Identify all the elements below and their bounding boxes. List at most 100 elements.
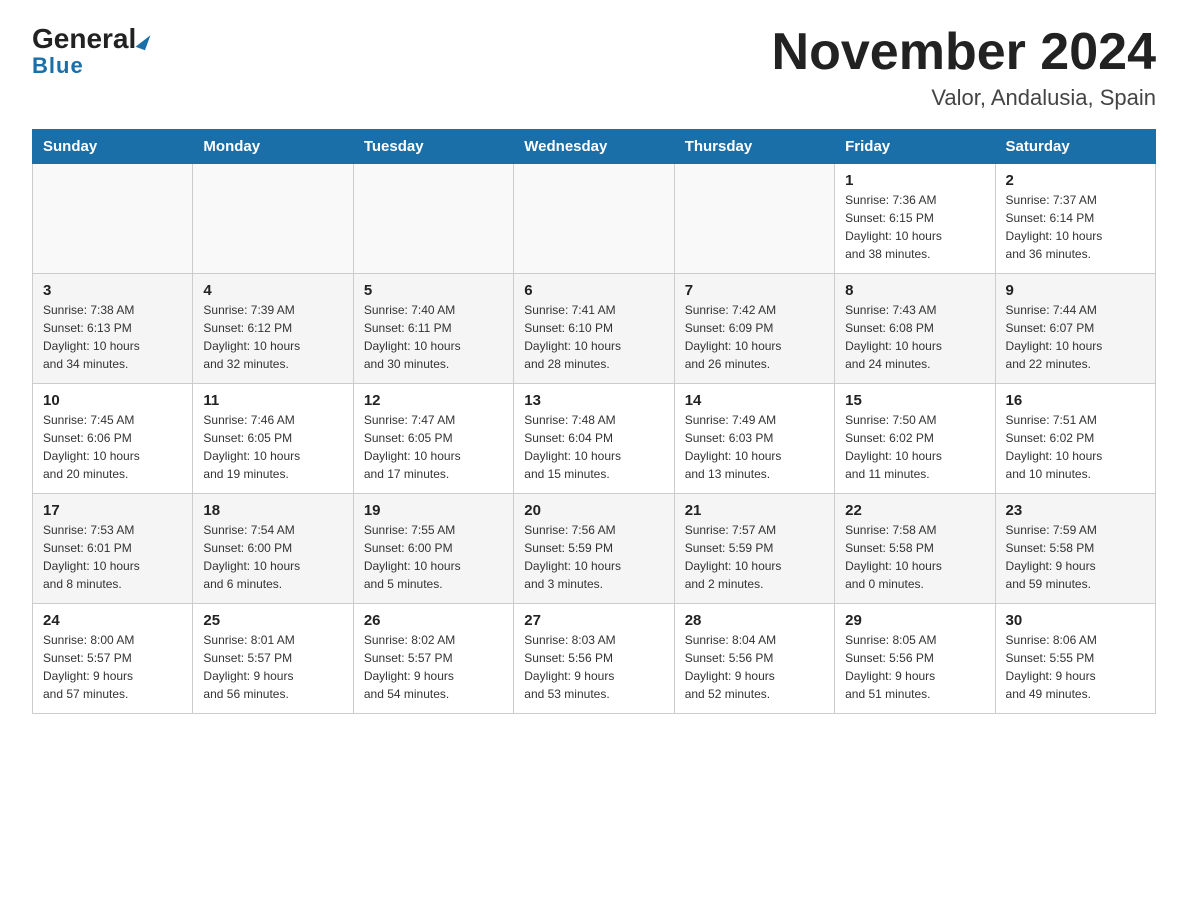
day-info: Sunrise: 7:57 AM Sunset: 5:59 PM Dayligh…: [685, 521, 824, 593]
calendar-cell: 6 Sunrise: 7:41 AM Sunset: 6:10 PM Daylig…: [514, 274, 674, 384]
day-info: Sunrise: 8:06 AM Sunset: 5:55 PM Dayligh…: [1006, 631, 1145, 703]
logo-area: General Blue: [32, 24, 148, 79]
calendar-cell: 23Sunrise: 7:59 AM Sunset: 5:58 PM Dayli…: [995, 494, 1155, 604]
day-number: 1: [845, 172, 984, 189]
top-section: General Blue November 2024 Valor, Andalu…: [32, 24, 1156, 111]
calendar-cell: 29Sunrise: 8:05 AM Sunset: 5:56 PM Dayli…: [835, 604, 995, 714]
calendar-cell: [514, 164, 674, 274]
calendar-week-row: 1 Sunrise: 7:36 AM Sunset: 6:15 PM Daylig…: [33, 164, 1156, 274]
calendar-cell: [674, 164, 834, 274]
weekday-header-sunday: Sunday: [33, 130, 193, 164]
calendar-cell: 19 Sunrise: 7:55 AM Sunset: 6:00 PM Dayli…: [353, 494, 513, 604]
calendar-cell: 27 Sunrise: 8:03 AM Sunset: 5:56 PM Dayli…: [514, 604, 674, 714]
day-info: Sunrise: 7:40 AM Sunset: 6:11 PM Dayligh…: [364, 301, 503, 373]
day-number: 21: [685, 502, 824, 519]
calendar-cell: 15Sunrise: 7:50 AM Sunset: 6:02 PM Dayli…: [835, 384, 995, 494]
day-info: Sunrise: 7:41 AM Sunset: 6:10 PM Dayligh…: [524, 301, 663, 373]
day-info: Sunrise: 8:05 AM Sunset: 5:56 PM Dayligh…: [845, 631, 984, 703]
calendar-cell: [33, 164, 193, 274]
calendar-cell: 25Sunrise: 8:01 AM Sunset: 5:57 PM Dayli…: [193, 604, 353, 714]
day-number: 4: [203, 282, 342, 299]
calendar-cell: [193, 164, 353, 274]
day-info: Sunrise: 7:58 AM Sunset: 5:58 PM Dayligh…: [845, 521, 984, 593]
day-number: 12: [364, 392, 503, 409]
calendar-cell: [353, 164, 513, 274]
day-number: 18: [203, 502, 342, 519]
calendar-cell: 18Sunrise: 7:54 AM Sunset: 6:00 PM Dayli…: [193, 494, 353, 604]
day-info: Sunrise: 8:04 AM Sunset: 5:56 PM Dayligh…: [685, 631, 824, 703]
day-number: 10: [43, 392, 182, 409]
weekday-header-saturday: Saturday: [995, 130, 1155, 164]
day-info: Sunrise: 8:01 AM Sunset: 5:57 PM Dayligh…: [203, 631, 342, 703]
day-number: 11: [203, 392, 342, 409]
day-info: Sunrise: 7:36 AM Sunset: 6:15 PM Dayligh…: [845, 191, 984, 263]
day-number: 26: [364, 612, 503, 629]
day-info: Sunrise: 7:55 AM Sunset: 6:00 PM Dayligh…: [364, 521, 503, 593]
day-info: Sunrise: 7:56 AM Sunset: 5:59 PM Dayligh…: [524, 521, 663, 593]
calendar-cell: 21 Sunrise: 7:57 AM Sunset: 5:59 PM Dayli…: [674, 494, 834, 604]
day-number: 13: [524, 392, 663, 409]
logo-text: General: [32, 24, 148, 55]
day-info: Sunrise: 7:50 AM Sunset: 6:02 PM Dayligh…: [845, 411, 984, 483]
header-right: November 2024 Valor, Andalusia, Spain: [772, 24, 1156, 111]
day-number: 6: [524, 282, 663, 299]
logo-sub: Blue: [32, 53, 84, 79]
day-number: 16: [1006, 392, 1145, 409]
logo-triangle-icon: [136, 31, 151, 49]
day-info: Sunrise: 7:39 AM Sunset: 6:12 PM Dayligh…: [203, 301, 342, 373]
day-number: 17: [43, 502, 182, 519]
calendar-week-row: 17 Sunrise: 7:53 AM Sunset: 6:01 PM Dayli…: [33, 494, 1156, 604]
weekday-header-thursday: Thursday: [674, 130, 834, 164]
location-title: Valor, Andalusia, Spain: [772, 85, 1156, 111]
day-number: 20: [524, 502, 663, 519]
calendar-cell: 20 Sunrise: 7:56 AM Sunset: 5:59 PM Dayli…: [514, 494, 674, 604]
day-info: Sunrise: 7:48 AM Sunset: 6:04 PM Dayligh…: [524, 411, 663, 483]
day-number: 9: [1006, 282, 1145, 299]
day-info: Sunrise: 8:03 AM Sunset: 5:56 PM Dayligh…: [524, 631, 663, 703]
calendar-cell: 7Sunrise: 7:42 AM Sunset: 6:09 PM Daylig…: [674, 274, 834, 384]
day-info: Sunrise: 7:49 AM Sunset: 6:03 PM Dayligh…: [685, 411, 824, 483]
day-number: 27: [524, 612, 663, 629]
calendar-cell: 1 Sunrise: 7:36 AM Sunset: 6:15 PM Daylig…: [835, 164, 995, 274]
weekday-header-wednesday: Wednesday: [514, 130, 674, 164]
day-info: Sunrise: 8:00 AM Sunset: 5:57 PM Dayligh…: [43, 631, 182, 703]
weekday-header-monday: Monday: [193, 130, 353, 164]
day-number: 5: [364, 282, 503, 299]
calendar-cell: 3Sunrise: 7:38 AM Sunset: 6:13 PM Daylig…: [33, 274, 193, 384]
day-number: 28: [685, 612, 824, 629]
day-number: 23: [1006, 502, 1145, 519]
day-info: Sunrise: 7:51 AM Sunset: 6:02 PM Dayligh…: [1006, 411, 1145, 483]
day-number: 24: [43, 612, 182, 629]
calendar-cell: 26 Sunrise: 8:02 AM Sunset: 5:57 PM Dayli…: [353, 604, 513, 714]
day-number: 19: [364, 502, 503, 519]
day-info: Sunrise: 8:02 AM Sunset: 5:57 PM Dayligh…: [364, 631, 503, 703]
calendar-cell: 28 Sunrise: 8:04 AM Sunset: 5:56 PM Dayli…: [674, 604, 834, 714]
calendar-cell: 24 Sunrise: 8:00 AM Sunset: 5:57 PM Dayli…: [33, 604, 193, 714]
calendar-cell: 9 Sunrise: 7:44 AM Sunset: 6:07 PM Daylig…: [995, 274, 1155, 384]
day-number: 3: [43, 282, 182, 299]
weekday-header-friday: Friday: [835, 130, 995, 164]
calendar-cell: 2 Sunrise: 7:37 AM Sunset: 6:14 PM Daylig…: [995, 164, 1155, 274]
day-number: 22: [845, 502, 984, 519]
day-info: Sunrise: 7:53 AM Sunset: 6:01 PM Dayligh…: [43, 521, 182, 593]
calendar-cell: 13 Sunrise: 7:48 AM Sunset: 6:04 PM Dayli…: [514, 384, 674, 494]
day-info: Sunrise: 7:46 AM Sunset: 6:05 PM Dayligh…: [203, 411, 342, 483]
day-number: 14: [685, 392, 824, 409]
month-title: November 2024: [772, 24, 1156, 81]
day-info: Sunrise: 7:44 AM Sunset: 6:07 PM Dayligh…: [1006, 301, 1145, 373]
weekday-header-row: SundayMondayTuesdayWednesdayThursdayFrid…: [33, 130, 1156, 164]
day-number: 7: [685, 282, 824, 299]
calendar-cell: 12Sunrise: 7:47 AM Sunset: 6:05 PM Dayli…: [353, 384, 513, 494]
calendar-week-row: 3Sunrise: 7:38 AM Sunset: 6:13 PM Daylig…: [33, 274, 1156, 384]
calendar-week-row: 10Sunrise: 7:45 AM Sunset: 6:06 PM Dayli…: [33, 384, 1156, 494]
calendar-cell: 17 Sunrise: 7:53 AM Sunset: 6:01 PM Dayli…: [33, 494, 193, 604]
calendar-week-row: 24 Sunrise: 8:00 AM Sunset: 5:57 PM Dayli…: [33, 604, 1156, 714]
calendar-cell: 30Sunrise: 8:06 AM Sunset: 5:55 PM Dayli…: [995, 604, 1155, 714]
calendar-cell: 8Sunrise: 7:43 AM Sunset: 6:08 PM Daylig…: [835, 274, 995, 384]
day-info: Sunrise: 7:37 AM Sunset: 6:14 PM Dayligh…: [1006, 191, 1145, 263]
calendar-cell: 11 Sunrise: 7:46 AM Sunset: 6:05 PM Dayli…: [193, 384, 353, 494]
calendar-cell: 14 Sunrise: 7:49 AM Sunset: 6:03 PM Dayli…: [674, 384, 834, 494]
day-number: 2: [1006, 172, 1145, 189]
calendar-cell: 4 Sunrise: 7:39 AM Sunset: 6:12 PM Daylig…: [193, 274, 353, 384]
day-number: 8: [845, 282, 984, 299]
